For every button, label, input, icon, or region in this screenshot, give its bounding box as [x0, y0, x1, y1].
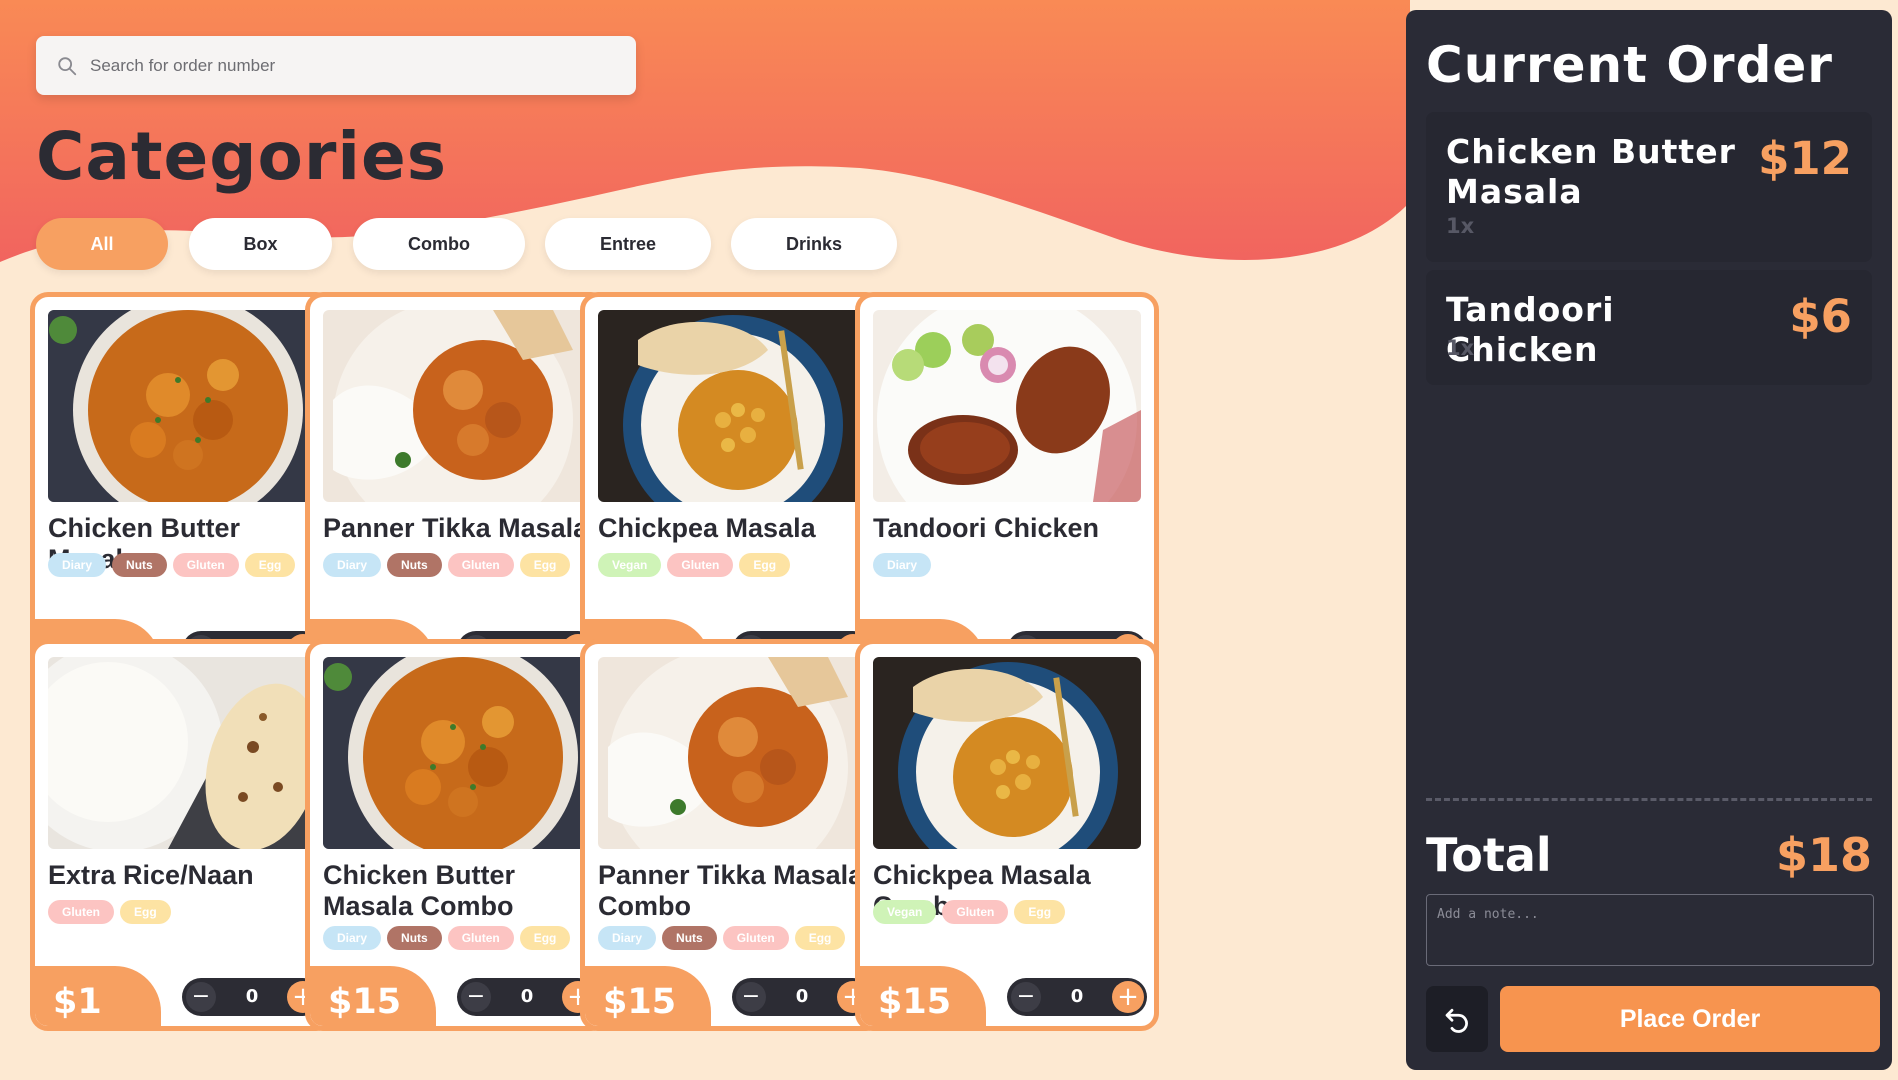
tag-gluten: Gluten [942, 900, 1009, 924]
tag-egg: Egg [519, 926, 571, 950]
undo-icon [1445, 1008, 1468, 1033]
tag-diary: Diary [598, 926, 657, 950]
order-title: Current Order [1426, 36, 1833, 94]
tag-gluten: Gluten [447, 926, 514, 950]
menu-item-card[interactable]: Chickpea MasalaVeganGlutenEgg$12−0+ [580, 292, 884, 684]
menu-item-price: $15 [328, 982, 402, 1022]
quantity-value: 0 [795, 986, 809, 1007]
tag-egg: Egg [244, 553, 296, 577]
menu-item-card[interactable]: Chickpea Masala ComboVeganGlutenEgg$15−0… [855, 639, 1159, 1031]
dietary-tags: Vegan Gluten Egg [598, 553, 791, 577]
category-entree[interactable]: Entree [545, 218, 711, 270]
order-item-qty: 1x [1446, 336, 1475, 360]
tag-diary: Diary [323, 926, 382, 950]
tag-egg: Egg [1014, 900, 1066, 924]
main-area: Categories All Box Combo Entree Drinks C… [0, 0, 1410, 1080]
tag-gluten: Gluten [722, 926, 789, 950]
menu-item-photo [48, 310, 316, 502]
menu-item-photo [323, 657, 591, 849]
tag-egg: Egg [120, 900, 171, 924]
quantity-stepper[interactable]: −0+ [182, 978, 322, 1016]
decrement-button[interactable]: − [461, 982, 491, 1012]
menu-item-card[interactable]: Extra Rice/Naan Gluten Egg $1−0 + [30, 639, 334, 1031]
dietary-tags: Gluten Egg [48, 900, 171, 924]
menu-item-name: Extra Rice/Naan [48, 860, 254, 890]
reset-order-button[interactable] [1426, 986, 1488, 1052]
tag-vegan: Vegan [598, 553, 662, 577]
tag-vegan: Vegan [873, 900, 937, 924]
menu-item-photo [598, 310, 866, 502]
order-item[interactable]: Chicken Butter Masala $12 1x [1426, 112, 1872, 262]
tag-gluten: Gluten [48, 900, 114, 924]
menu-item-price: $15 [603, 982, 677, 1022]
tag-diary: Diary [323, 553, 382, 577]
decrement-button[interactable]: − [186, 982, 216, 1012]
total-label: Total [1426, 828, 1552, 882]
menu-item-name: Chicken Butter Masala Combo [323, 860, 516, 921]
page-title: Categories [36, 118, 448, 195]
menu-item-card[interactable]: Chicken Butter Masala Combo Diary Nuts Glut… [305, 639, 609, 1031]
menu-item-photo [598, 657, 866, 849]
tag-nuts: Nuts [112, 553, 167, 577]
menu-item-photo [48, 657, 316, 849]
order-item-name: Chicken Butter Masala [1446, 132, 1736, 211]
quantity-stepper[interactable]: − 0 + [1007, 978, 1147, 1016]
menu-item-card[interactable]: Panner Tikka MasalaDiaryNutsGlutenEgg$12… [305, 292, 609, 684]
menu-item-price: $1 [53, 982, 102, 1022]
tag-diary: Diary [48, 553, 107, 577]
dietary-tags: Diary Nuts Gluten Egg [598, 926, 846, 950]
menu-item-photo [873, 657, 1141, 849]
category-box[interactable]: Box [189, 218, 332, 270]
order-item-qty: 1x [1446, 214, 1475, 238]
order-item-price: $12 [1758, 132, 1852, 185]
tag-diary: Diary [873, 553, 932, 577]
tag-gluten: Gluten [667, 553, 734, 577]
order-item[interactable]: Tandoori Chicken $6 1x [1426, 270, 1872, 385]
note-input[interactable] [1426, 894, 1874, 966]
quantity-value: 0 [520, 986, 534, 1007]
decrement-button[interactable]: − [1011, 982, 1041, 1012]
menu-item-card[interactable]: Chicken Butter MasalaDiaryNutsGlutenEgg$… [30, 292, 334, 684]
dietary-tags: Diary Nuts Gluten Egg [48, 553, 296, 577]
tag-nuts: Nuts [387, 553, 442, 577]
tag-nuts: Nuts [662, 926, 717, 950]
dietary-tags: Diary Nuts Gluten Egg [323, 926, 571, 950]
decrement-button[interactable]: − [736, 982, 766, 1012]
total-value: $18 [1775, 828, 1872, 882]
tag-egg: Egg [519, 553, 571, 577]
menu-item-name: Panner Tikka Masala [323, 513, 589, 543]
order-item-name: Tandoori Chicken [1446, 290, 1615, 369]
quantity-stepper[interactable]: −0+ [457, 978, 597, 1016]
tag-nuts: Nuts [387, 926, 442, 950]
current-order-panel: Current Order Chicken Butter Masala $12 … [1406, 10, 1892, 1070]
search-icon [58, 56, 77, 75]
menu-item-card[interactable]: Panner Tikka Masala Combo Diary Nuts Gluten… [580, 639, 884, 1031]
dietary-tags: Diary Nuts Gluten Egg [323, 553, 571, 577]
dietary-tags: Vegan Gluten Egg [873, 900, 1066, 924]
tag-gluten: Gluten [172, 553, 239, 577]
place-order-button[interactable]: Place Order [1500, 986, 1880, 1052]
tag-egg: Egg [794, 926, 846, 950]
menu-item-photo [873, 310, 1141, 502]
quantity-value: 0 [1070, 986, 1084, 1007]
category-all[interactable]: All [36, 218, 168, 270]
menu-item-photo [323, 310, 591, 502]
order-item-price: $6 [1789, 290, 1852, 343]
category-combo[interactable]: Combo [353, 218, 525, 270]
dietary-tags: Diary [873, 553, 932, 577]
menu-item-price: $15 [878, 982, 952, 1022]
quantity-stepper[interactable]: −0+ [732, 978, 872, 1016]
tag-gluten: Gluten [447, 553, 514, 577]
tag-egg: Egg [739, 553, 791, 577]
total-divider [1426, 798, 1872, 801]
search-bar[interactable] [36, 36, 636, 95]
menu-item-name: Chickpea Masala [598, 513, 816, 543]
search-input[interactable] [90, 55, 590, 76]
increment-button[interactable]: + [1112, 981, 1144, 1013]
quantity-value: 0 [245, 986, 259, 1007]
menu-item-name: Panner Tikka Masala Combo [598, 860, 864, 921]
menu-item-card[interactable]: Tandoori ChickenDiary$6−1+ [855, 292, 1159, 684]
category-drinks[interactable]: Drinks [731, 218, 897, 270]
menu-item-name: Tandoori Chicken [873, 513, 1100, 543]
